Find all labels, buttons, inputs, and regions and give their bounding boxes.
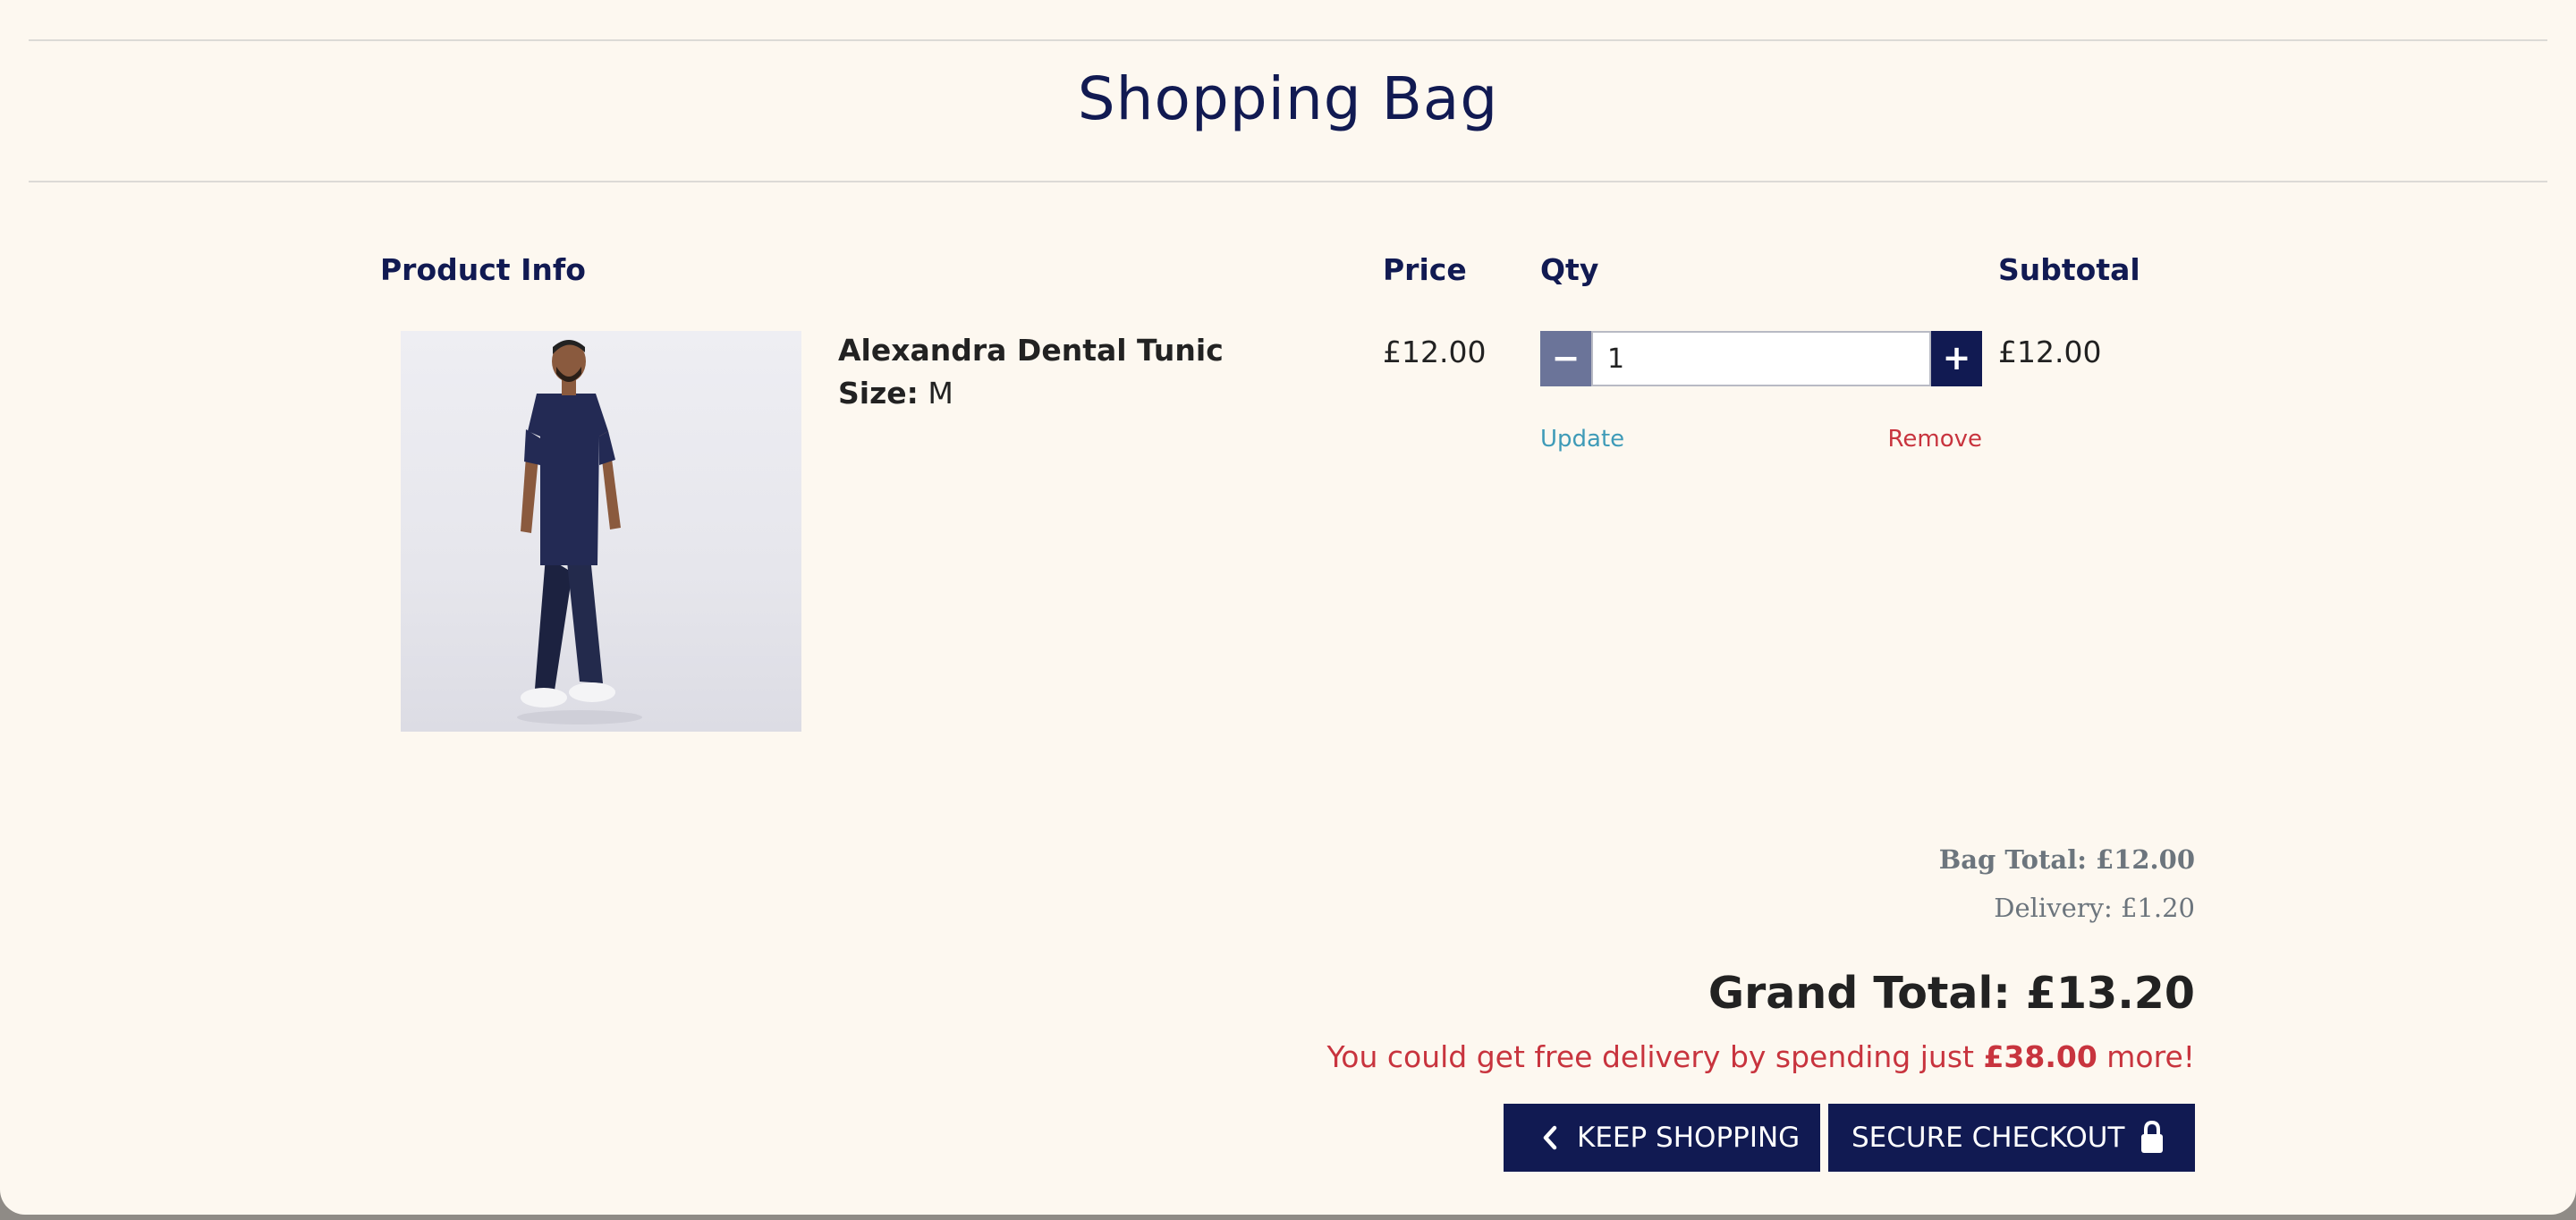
quantity-stepper: − + <box>1540 331 1982 386</box>
item-price: £12.00 <box>1383 335 1487 369</box>
increment-button[interactable]: + <box>1931 331 1982 386</box>
item-subtotal: £12.00 <box>1998 335 2102 369</box>
header-price: Price <box>1383 252 1467 287</box>
header-qty: Qty <box>1540 252 1599 287</box>
product-photo-icon <box>517 340 642 724</box>
secure-checkout-label: SECURE CHECKOUT <box>1852 1122 2125 1154</box>
bag-total: Bag Total: £12.00 <box>1938 844 2195 875</box>
product-size: Size: M <box>838 376 953 411</box>
chevron-left-icon <box>1539 1104 1561 1197</box>
shopping-bag-page: Shopping Bag Product Info Price Qty Subt… <box>0 0 2576 1215</box>
header-product-info: Product Info <box>380 252 586 287</box>
remove-link[interactable]: Remove <box>1887 426 1982 453</box>
size-value: M <box>928 376 953 411</box>
page-title: Shopping Bag <box>1077 64 1499 133</box>
free-delivery-suffix: more! <box>2097 1039 2195 1074</box>
decrement-button[interactable]: − <box>1540 331 1591 386</box>
quantity-input[interactable] <box>1591 331 1931 386</box>
size-label: Size: <box>838 376 919 411</box>
product-name[interactable]: Alexandra Dental Tunic <box>838 333 1224 368</box>
plus-icon: + <box>1942 338 1971 377</box>
delivery-cost: Delivery: £1.20 <box>1994 893 2195 923</box>
grand-total: Grand Total: £13.20 <box>1707 968 2195 1019</box>
minus-icon: − <box>1551 338 1580 377</box>
title-divider <box>29 181 2547 182</box>
secure-checkout-button[interactable]: SECURE CHECKOUT <box>1828 1104 2195 1172</box>
free-delivery-prefix: You could get free delivery by spending … <box>1326 1039 1984 1074</box>
keep-shopping-label: KEEP SHOPPING <box>1577 1122 1801 1154</box>
lock-icon <box>2138 1104 2166 1197</box>
product-image[interactable] <box>401 331 801 732</box>
header-subtotal: Subtotal <box>1998 252 2140 287</box>
free-delivery-amount: £38.00 <box>1983 1039 2097 1074</box>
update-link[interactable]: Update <box>1540 426 1624 453</box>
free-delivery-message: You could get free delivery by spending … <box>1326 1039 2195 1074</box>
top-divider <box>29 39 2547 41</box>
keep-shopping-button[interactable]: KEEP SHOPPING <box>1504 1104 1820 1172</box>
